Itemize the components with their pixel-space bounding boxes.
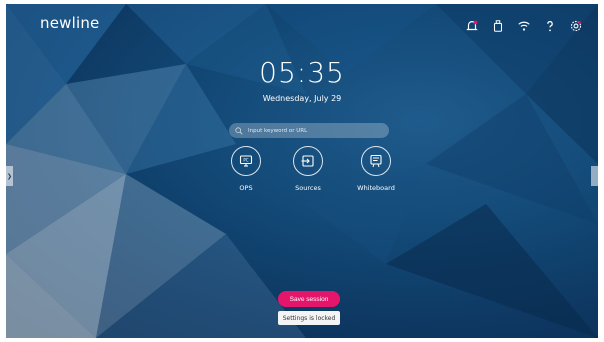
status-icons-bar	[464, 18, 584, 34]
sources-input-icon	[301, 155, 314, 167]
newline-logo: newline	[40, 14, 100, 32]
app-sources[interactable]: Sources	[278, 146, 338, 192]
pc-icon: PC	[239, 155, 253, 167]
left-side-toolbar-tab[interactable]: ❯	[6, 166, 13, 186]
right-side-toolbar-tab[interactable]	[591, 166, 598, 186]
search-input[interactable]	[248, 127, 378, 134]
clock-date: Wednesday, July 29	[262, 94, 342, 103]
settings-gear-icon[interactable]	[568, 18, 584, 34]
notification-bell-icon[interactable]	[464, 18, 480, 34]
app-label: Sources	[295, 184, 321, 192]
ops-button[interactable]: PC	[231, 146, 261, 176]
search-icon	[235, 126, 243, 134]
chevron-right-icon: ❯	[6, 172, 13, 180]
app-ops[interactable]: PC OPS	[216, 146, 276, 192]
whiteboard-icon	[370, 154, 382, 168]
wifi-icon[interactable]	[516, 18, 532, 34]
app-label: OPS	[239, 184, 253, 192]
app-whiteboard[interactable]: Whiteboard	[346, 146, 406, 192]
help-icon[interactable]	[542, 18, 558, 34]
settings-locked-tooltip: Settings is locked	[278, 311, 340, 325]
app-label: Whiteboard	[357, 184, 395, 192]
search-bar[interactable]	[229, 123, 389, 138]
usb-drive-icon[interactable]	[490, 18, 506, 34]
svg-text:PC: PC	[243, 158, 248, 163]
sources-button[interactable]	[293, 146, 323, 176]
home-screen: newline 05:35 Wednesday, July 29 PC OPS	[6, 4, 598, 338]
whiteboard-button[interactable]	[361, 146, 391, 176]
clock-time: 05:35	[259, 56, 345, 89]
save-session-button[interactable]: Save session	[278, 291, 340, 307]
